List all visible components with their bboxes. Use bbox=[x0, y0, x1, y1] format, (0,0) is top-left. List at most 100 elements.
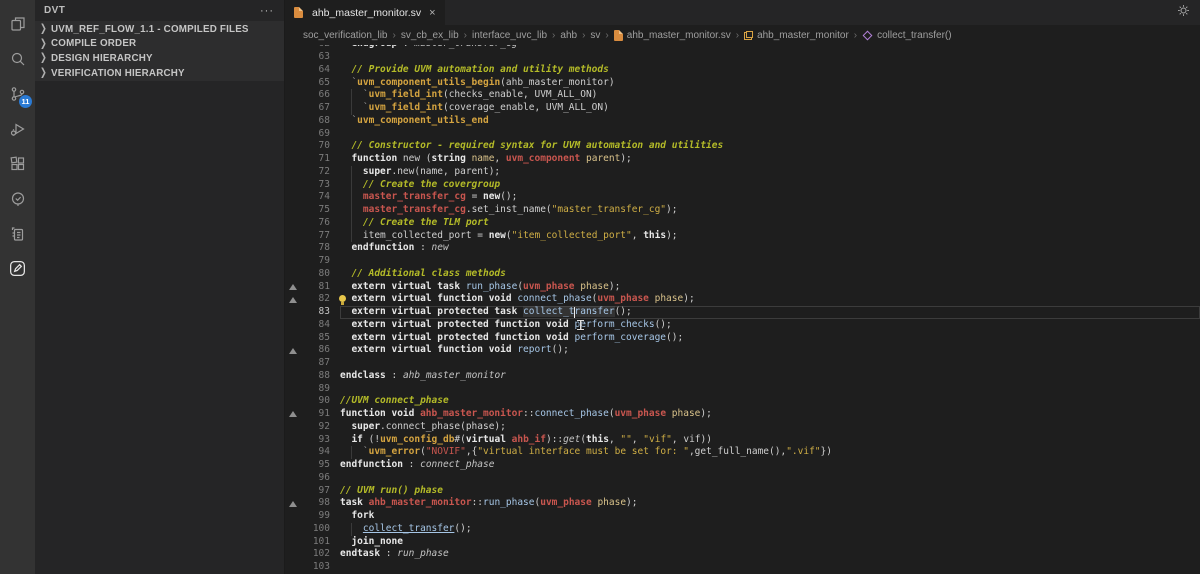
code-line[interactable]: 79 bbox=[285, 255, 1200, 268]
breadcrumb-item[interactable]: collect_transfer() bbox=[862, 30, 952, 41]
code-line[interactable]: 90 //UVM connect_phase bbox=[285, 395, 1200, 408]
line-number[interactable]: 98 bbox=[301, 497, 330, 510]
code-line[interactable]: 103 bbox=[285, 561, 1200, 574]
sidebar-item-compile-order[interactable]: ❯ COMPILE ORDER bbox=[35, 37, 284, 52]
breadcrumb-item[interactable]: ahb_master_monitor.sv bbox=[613, 29, 731, 41]
line-number[interactable]: 67 bbox=[301, 102, 330, 115]
line-number[interactable]: 102 bbox=[301, 548, 330, 561]
line-number[interactable]: 73 bbox=[301, 179, 330, 192]
code-line[interactable]: 92 super.connect_phase(phase); bbox=[285, 421, 1200, 434]
line-number[interactable]: 95 bbox=[301, 459, 330, 472]
line-number[interactable]: 78 bbox=[301, 242, 330, 255]
line-number[interactable]: 81 bbox=[301, 281, 330, 294]
tab-ahb-master-monitor[interactable]: ahb_master_monitor.sv × bbox=[285, 0, 445, 25]
requirements-activity-button[interactable] bbox=[0, 216, 35, 251]
breadcrumb-item[interactable]: ahb bbox=[560, 30, 577, 41]
line-number[interactable]: 79 bbox=[301, 255, 330, 268]
line-number[interactable]: 64 bbox=[301, 64, 330, 77]
line-number[interactable]: 101 bbox=[301, 536, 330, 549]
code-line[interactable]: 65 `uvm_component_utils_begin(ahb_master… bbox=[285, 77, 1200, 90]
code-line[interactable]: 78 endfunction : new bbox=[285, 242, 1200, 255]
code-line[interactable]: 83 extern virtual protected task collect… bbox=[285, 306, 1200, 319]
source-control-activity-button[interactable]: 11 bbox=[0, 76, 35, 111]
line-number[interactable]: 83 bbox=[301, 306, 330, 319]
line-number[interactable]: 86 bbox=[301, 344, 330, 357]
line-number[interactable]: 93 bbox=[301, 434, 330, 447]
code-line[interactable]: 101 join_none bbox=[285, 536, 1200, 549]
line-number[interactable]: 100 bbox=[301, 523, 330, 536]
code-line[interactable]: 81 extern virtual task run_phase(uvm_pha… bbox=[285, 281, 1200, 294]
line-number[interactable]: 97 bbox=[301, 485, 330, 498]
breadcrumb-item[interactable]: sv bbox=[590, 30, 600, 41]
sidebar-more-actions-icon[interactable]: ··· bbox=[260, 5, 274, 16]
sidebar-item-verification-hierarchy[interactable]: ❯ VERIFICATION HIERARCHY bbox=[35, 66, 284, 81]
line-number[interactable]: 75 bbox=[301, 204, 330, 217]
line-number[interactable]: 87 bbox=[301, 357, 330, 370]
tab-close-icon[interactable]: × bbox=[429, 7, 435, 19]
breadcrumb-item[interactable]: sv_cb_ex_lib bbox=[401, 30, 459, 41]
search-activity-button[interactable] bbox=[0, 41, 35, 76]
code-line[interactable]: 71 function new (string name, uvm_compon… bbox=[285, 153, 1200, 166]
code-line[interactable]: 93 if (!uvm_config_db#(virtual ahb_if)::… bbox=[285, 434, 1200, 447]
code-line[interactable]: 80 // Additional class methods bbox=[285, 268, 1200, 281]
code-line[interactable]: 102 endtask : run_phase bbox=[285, 548, 1200, 561]
explorer-activity-button[interactable] bbox=[0, 6, 35, 41]
code-line[interactable]: 72 super.new(name, parent); bbox=[285, 165, 1200, 179]
run-debug-activity-button[interactable] bbox=[0, 111, 35, 146]
code-editor[interactable]: 62 endgroup : master_transfer_cg6364 // … bbox=[285, 45, 1200, 574]
line-number[interactable]: 103 bbox=[301, 561, 330, 574]
code-line[interactable]: 75 master_transfer_cg.set_inst_name("mas… bbox=[285, 204, 1200, 217]
dvt-activity-button[interactable] bbox=[0, 251, 35, 286]
code-line[interactable]: 91 function void ahb_master_monitor::conn… bbox=[285, 408, 1200, 421]
line-number[interactable]: 66 bbox=[301, 89, 330, 102]
gear-icon[interactable] bbox=[1176, 3, 1191, 23]
line-number[interactable]: 99 bbox=[301, 510, 330, 523]
code-line[interactable]: 100 collect_transfer(); bbox=[285, 522, 1200, 536]
extensions-activity-button[interactable] bbox=[0, 146, 35, 181]
line-number[interactable]: 80 bbox=[301, 268, 330, 281]
code-line[interactable]: 73 // Create the covergroup bbox=[285, 178, 1200, 192]
code-line[interactable]: 67 `uvm_field_int(coverage_enable, UVM_A… bbox=[285, 102, 1200, 115]
line-number[interactable]: 72 bbox=[301, 166, 330, 179]
line-number[interactable]: 76 bbox=[301, 217, 330, 230]
code-line[interactable]: 95 endfunction : connect_phase bbox=[285, 459, 1200, 472]
breadcrumb-item[interactable]: ahb_master_monitor bbox=[744, 30, 849, 41]
sidebar-item-compiled-files[interactable]: ❯ UVM_REF_FLOW_1.1 - COMPILED FILES bbox=[35, 22, 284, 37]
code-line[interactable]: 68 `uvm_component_utils_end bbox=[285, 115, 1200, 128]
code-line[interactable]: 70 // Constructor - required syntax for … bbox=[285, 140, 1200, 153]
line-number[interactable]: 69 bbox=[301, 128, 330, 141]
code-line[interactable]: 77 item_collected_port = new("item_colle… bbox=[285, 229, 1200, 243]
breadcrumb-item[interactable]: interface_uvc_lib bbox=[472, 30, 547, 41]
line-number[interactable]: 91 bbox=[301, 408, 330, 421]
line-number[interactable]: 77 bbox=[301, 230, 330, 243]
code-line[interactable]: 76 // Create the TLM port bbox=[285, 216, 1200, 230]
code-line[interactable]: 94 `uvm_error("NOVIF",{"virtual interfac… bbox=[285, 446, 1200, 460]
code-line[interactable]: 63 bbox=[285, 51, 1200, 64]
line-number[interactable]: 94 bbox=[301, 446, 330, 459]
code-line[interactable]: 98 task ahb_master_monitor::run_phase(uvm… bbox=[285, 497, 1200, 510]
line-number[interactable]: 74 bbox=[301, 191, 330, 204]
code-line[interactable]: 85 extern virtual protected function voi… bbox=[285, 332, 1200, 345]
line-number[interactable]: 63 bbox=[301, 51, 330, 64]
line-number[interactable]: 92 bbox=[301, 421, 330, 434]
code-line[interactable]: 66 `uvm_field_int(checks_enable, UVM_ALL… bbox=[285, 89, 1200, 103]
code-line[interactable]: 97 // UVM run() phase bbox=[285, 485, 1200, 498]
code-line[interactable]: 64 // Provide UVM automation and utility… bbox=[285, 64, 1200, 77]
line-number[interactable]: 89 bbox=[301, 383, 330, 396]
line-number[interactable]: 68 bbox=[301, 115, 330, 128]
code-line[interactable]: 89 bbox=[285, 383, 1200, 396]
sidebar-item-design-hierarchy[interactable]: ❯ DESIGN HIERARCHY bbox=[35, 51, 284, 66]
code-line[interactable]: 74 master_transfer_cg = new(); bbox=[285, 191, 1200, 205]
line-number[interactable]: 85 bbox=[301, 332, 330, 345]
code-line[interactable]: 99 fork bbox=[285, 510, 1200, 523]
code-line[interactable]: 82 extern virtual function void connect_… bbox=[285, 293, 1200, 306]
testing-activity-button[interactable] bbox=[0, 181, 35, 216]
line-number[interactable]: 96 bbox=[301, 472, 330, 485]
code-line[interactable]: 87 bbox=[285, 357, 1200, 370]
breadcrumb-item[interactable]: soc_verification_lib bbox=[303, 30, 388, 41]
line-number[interactable]: 84 bbox=[301, 319, 330, 332]
code-line[interactable]: 86 extern virtual function void report()… bbox=[285, 344, 1200, 357]
code-line[interactable]: 84 extern virtual protected function voi… bbox=[285, 319, 1200, 332]
line-number[interactable]: 65 bbox=[301, 77, 330, 90]
code-line[interactable]: 88 endclass : ahb_master_monitor bbox=[285, 370, 1200, 383]
